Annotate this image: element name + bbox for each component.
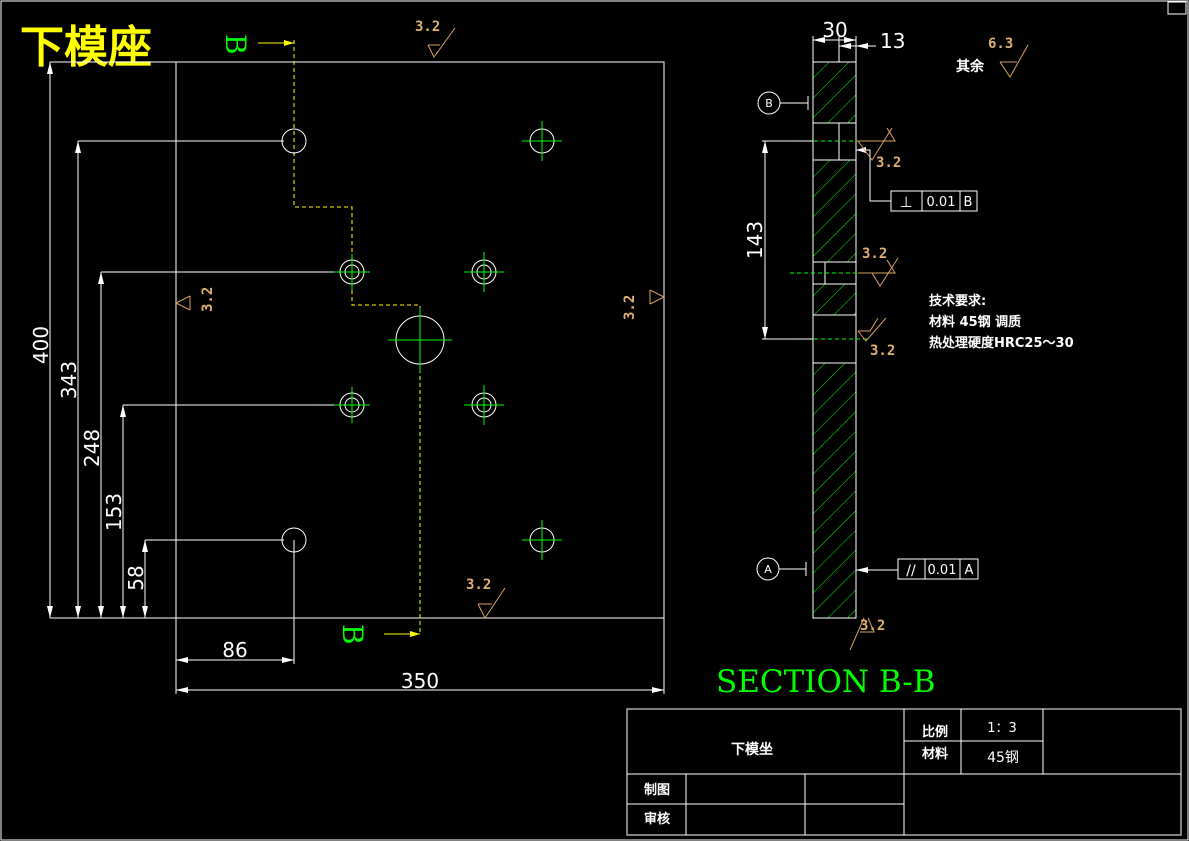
- datum-b-text: B: [765, 97, 773, 110]
- dim-13-text: 13: [880, 29, 905, 53]
- dim-153: [120, 404, 340, 618]
- counterbore-hole-1: [334, 254, 370, 290]
- dim-58: [142, 539, 284, 618]
- roughness-section-2: [858, 257, 899, 287]
- perp-datum: B: [964, 195, 973, 210]
- hole-upper-right: [522, 121, 562, 161]
- counterbore-hole-2: [464, 252, 504, 292]
- counterbore-hole-4: [464, 385, 504, 425]
- tech-req-line1: 材料 45钢 调质: [929, 314, 1021, 330]
- dim-248-text: 248: [80, 429, 104, 467]
- hole-lower-right: [522, 520, 562, 560]
- roughness-section-1-text: 3.2: [876, 155, 901, 171]
- section-marker-bottom: B: [336, 624, 369, 645]
- dim-343-text: 343: [57, 361, 81, 399]
- check-label: 审核: [644, 811, 670, 827]
- material-value: 45钢: [987, 750, 1019, 766]
- material-label: 材料: [922, 746, 948, 762]
- section-marker-top: B: [219, 34, 252, 55]
- dim-86-text: 86: [222, 638, 247, 662]
- center-bore: [388, 308, 452, 372]
- drawing-title: 下模座: [20, 22, 152, 73]
- dim-58-text: 58: [124, 565, 148, 590]
- dim-400-text: 400: [29, 326, 53, 364]
- perp-value: 0.01: [927, 195, 956, 210]
- corner-mark: [1167, 1, 1187, 15]
- par-datum: A: [965, 563, 974, 578]
- tech-req-line2: 热处理硬度HRC25～30: [929, 335, 1074, 351]
- roughness-right-text: 3.2: [622, 295, 638, 320]
- perp-symbol: ⊥: [899, 193, 912, 211]
- roughness-left: [174, 295, 191, 311]
- dim-343: [75, 140, 284, 618]
- datum-a-text: A: [764, 563, 772, 576]
- par-symbol: //: [906, 563, 916, 579]
- roughness-section-bottom-text: 3.2: [860, 618, 885, 634]
- parallelism-frame: [856, 558, 979, 580]
- counterbore-hole-3: [334, 387, 370, 423]
- dim-143-text: 143: [743, 221, 767, 259]
- scale-label: 比例: [922, 724, 948, 740]
- dim-350-text: 350: [401, 669, 439, 693]
- par-value: 0.01: [928, 563, 957, 578]
- roughness-bottom-text: 3.2: [466, 577, 491, 593]
- roughness-other-text: 6.3: [988, 36, 1013, 52]
- scale-value: 1：3: [987, 721, 1017, 736]
- drawing-canvas: 下模座 400 343 248 153 58 86 350 B B 3.2 3.…: [0, 0, 1189, 841]
- sheet-border: [0, 0, 1189, 841]
- roughness-top-text: 3.2: [415, 19, 440, 35]
- title-block: [626, 708, 1182, 836]
- roughness-section-3-text: 3.2: [870, 343, 895, 359]
- section-body: [790, 61, 870, 619]
- roughness-right: [649, 289, 666, 305]
- roughness-left-text: 3.2: [200, 287, 216, 312]
- roughness-section-3: [857, 317, 887, 342]
- roughness-section-2-text: 3.2: [862, 246, 887, 262]
- part-name: 下模坐: [731, 741, 773, 758]
- tech-req-title: 技术要求:: [929, 293, 986, 309]
- drawn-label: 制图: [644, 782, 670, 798]
- dim-143: [762, 140, 813, 340]
- dim-13: [839, 43, 876, 49]
- section-label: SECTION B-B: [716, 664, 936, 700]
- dim-30-text: 30: [822, 18, 847, 42]
- roughness-other-label: 其余: [956, 58, 985, 75]
- dim-153-text: 153: [102, 493, 126, 531]
- section-cut-line: [293, 40, 421, 632]
